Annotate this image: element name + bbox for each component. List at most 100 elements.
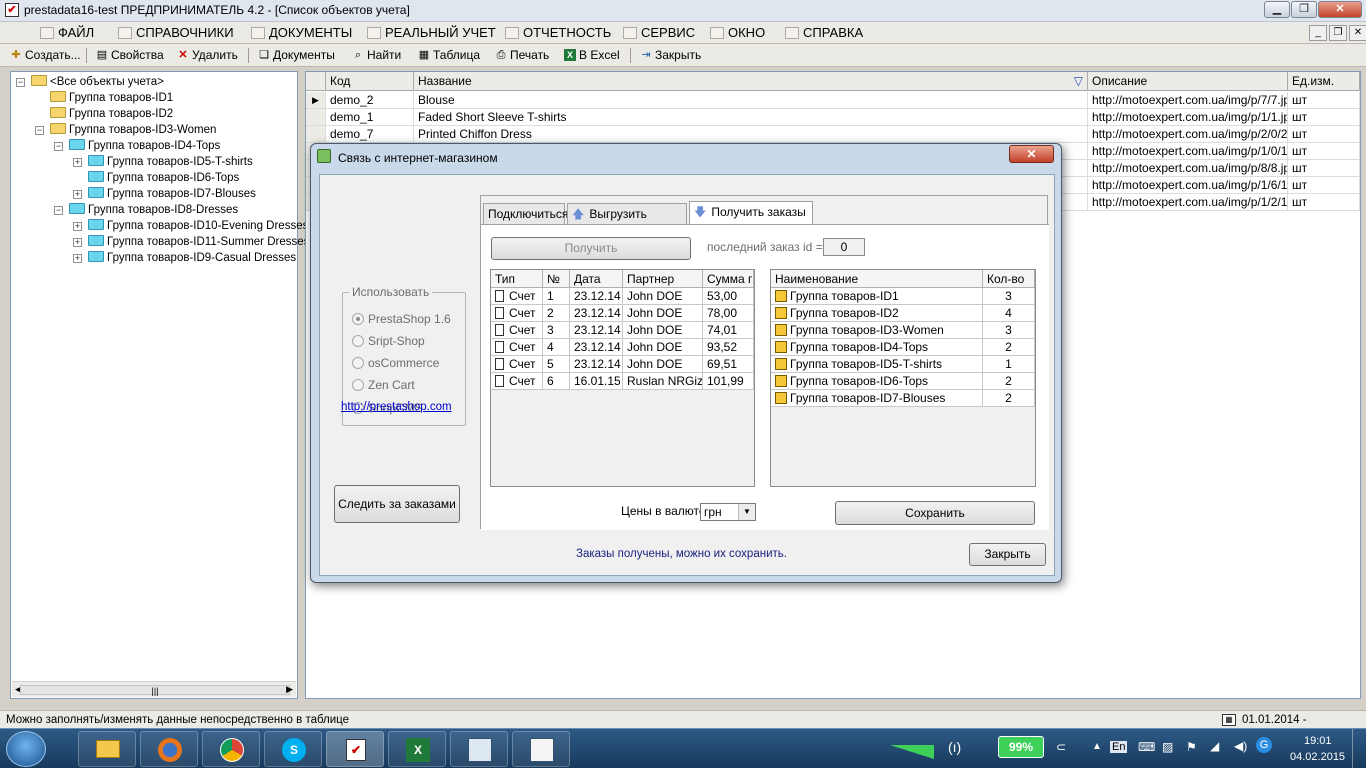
show-desktop-button[interactable] — [1352, 729, 1366, 768]
tray-app-icon[interactable]: ▨ — [1162, 740, 1173, 754]
tree-item[interactable]: − Группа товаров-ID4-Tops — [54, 138, 220, 154]
row-indicator[interactable]: ▶ — [306, 92, 326, 109]
close-button[interactable]: ⇥ Закрыть — [640, 47, 701, 64]
orders-grid[interactable]: Тип доку № Дата Партнер Сумма г Счет 1 23.… — [490, 269, 755, 487]
grid-cell[interactable]: http://motoexpert.com.ua/img/p/1/1.jpg — [1088, 109, 1288, 126]
taskbar-skype[interactable]: S — [264, 731, 322, 767]
order-cell[interactable]: 23.12.14 — [570, 288, 623, 305]
grid-cell[interactable]: шт — [1288, 92, 1360, 109]
order-cell[interactable]: Ruslan NRGiz — [623, 373, 703, 390]
grid-cell[interactable]: demo_7 — [326, 126, 414, 143]
show-hidden-icons[interactable]: ▲ — [1092, 741, 1102, 752]
order-cell[interactable]: 3 — [543, 322, 570, 339]
group-qty-cell[interactable]: 2 — [983, 373, 1035, 390]
get-button[interactable]: Получить — [491, 237, 691, 260]
tree-item[interactable]: Группа товаров-ID6-Tops — [88, 170, 239, 186]
tree-item[interactable]: + Группа товаров-ID10-Evening Dresses — [73, 218, 308, 234]
group-name-cell[interactable]: Группа товаров-ID2 — [771, 305, 983, 322]
tree-item[interactable]: Группа товаров-ID1 — [50, 90, 173, 106]
clock-time[interactable]: 19:01 — [1304, 735, 1332, 747]
close-window-button[interactable]: ✕ — [1318, 1, 1362, 18]
orders-header-date[interactable]: Дата — [570, 270, 623, 288]
tree-item[interactable]: + Группа товаров-ID11-Summer Dresses — [73, 234, 309, 250]
grid-cell[interactable]: шт — [1288, 143, 1360, 160]
minimize-button[interactable]: ▁ — [1264, 1, 1290, 18]
print-button[interactable]: ⎙ Печать — [495, 47, 550, 64]
order-cell[interactable]: 4 — [543, 339, 570, 356]
calendar-icon[interactable]: ▦ — [1222, 714, 1236, 726]
taskbar-predprinimatel[interactable]: ✔ — [326, 731, 384, 767]
collapse-icon[interactable]: − — [54, 206, 63, 215]
orders-header-partner[interactable]: Партнер — [623, 270, 703, 288]
find-button[interactable]: ⌕ Найти — [352, 47, 401, 64]
grid-cell[interactable]: demo_1 — [326, 109, 414, 126]
group-qty-cell[interactable]: 2 — [983, 390, 1035, 407]
tree-item[interactable]: + Группа товаров-ID7-Blouses — [73, 186, 256, 202]
orders-header-number[interactable]: № — [543, 270, 570, 288]
group-name-cell[interactable]: Группа товаров-ID7-Blouses — [771, 390, 983, 407]
orders-header-type[interactable]: Тип доку — [491, 270, 543, 304]
groups-grid[interactable]: Наименование Кол-во Группа товаров-ID1 3 Г… — [770, 269, 1036, 487]
grid-cell[interactable]: шт — [1288, 194, 1360, 211]
grid-cell[interactable]: http://motoexpert.com.ua/img/p/8/8.jpg — [1088, 160, 1288, 177]
properties-button[interactable]: ▤ Свойства — [96, 47, 164, 64]
tab-upload-price[interactable]: 🡅Выгрузить прайс — [567, 203, 687, 241]
create-button[interactable]: ✚ Создать... — [10, 47, 80, 64]
group-name-cell[interactable]: Группа товаров-ID1 — [771, 288, 983, 305]
column-header-unit[interactable]: Ед.изм. — [1288, 72, 1360, 91]
grid-cell[interactable]: http://motoexpert.com.ua/img/p/7/7.jpg — [1088, 92, 1288, 109]
expand-icon[interactable]: + — [73, 238, 82, 247]
tab-get-orders[interactable]: 🡇 Получить заказы — [689, 201, 813, 225]
option-zencart[interactable]: Zen Cart — [352, 377, 415, 393]
expand-icon[interactable]: + — [73, 222, 82, 231]
flag-icon[interactable]: ⚑ — [1186, 740, 1197, 754]
order-cell[interactable]: 101,99 — [703, 373, 754, 390]
grid-cell[interactable]: шт — [1288, 109, 1360, 126]
column-header-code[interactable]: Код — [326, 72, 414, 91]
mdi-close-button[interactable]: ✕ — [1349, 25, 1366, 41]
group-name-cell[interactable]: Группа товаров-ID6-Tops — [771, 373, 983, 390]
row-indicator[interactable] — [306, 109, 326, 126]
order-cell[interactable]: 23.12.14 — [570, 305, 623, 322]
order-cell[interactable]: 6 — [543, 373, 570, 390]
filter-icon[interactable]: ▽ — [1074, 72, 1083, 91]
speaker-icon[interactable]: ◀) — [1234, 739, 1247, 753]
option-sriptshop[interactable]: Sript-Shop — [352, 333, 425, 349]
chevron-down-icon[interactable]: ▼ — [738, 504, 755, 520]
order-cell[interactable]: 74,01 — [703, 322, 754, 339]
menu-service[interactable]: СЕРВИС — [623, 24, 695, 42]
tree-item[interactable]: − Группа товаров-ID3-Women — [35, 122, 216, 138]
grid-cell[interactable]: шт — [1288, 126, 1360, 143]
group-name-cell[interactable]: Группа товаров-ID5-T-shirts — [771, 356, 983, 373]
order-cell[interactable]: 16.01.15 — [570, 373, 623, 390]
prestashop-link[interactable]: http://prestashop.com — [341, 401, 452, 413]
option-prestashop[interactable]: PrestaShop 1.6 — [352, 311, 451, 327]
order-cell[interactable]: 5 — [543, 356, 570, 373]
order-cell[interactable]: John DOE — [623, 339, 703, 356]
taskbar-excel[interactable]: X — [388, 731, 446, 767]
option-oscommerce[interactable]: osCommerce — [352, 355, 439, 371]
order-cell[interactable]: John DOE — [623, 305, 703, 322]
menu-directories[interactable]: СПРАВОЧНИКИ — [118, 24, 234, 42]
table-button[interactable]: ▦ Таблица — [418, 47, 480, 64]
menu-reports[interactable]: ОТЧЕТНОСТЬ — [505, 24, 611, 42]
collapse-icon[interactable]: − — [54, 142, 63, 151]
order-cell[interactable]: John DOE — [623, 356, 703, 373]
tree-item[interactable]: + Группа товаров-ID9-Casual Dresses — [73, 250, 296, 266]
taskbar-paint[interactable] — [512, 731, 570, 767]
order-cell[interactable]: 23.12.14 — [570, 356, 623, 373]
network-icon[interactable]: (ı) — [948, 739, 961, 755]
tree-item[interactable]: + Группа товаров-ID5-T-shirts — [73, 154, 253, 170]
grid-cell[interactable]: шт — [1288, 160, 1360, 177]
taskbar-chrome[interactable] — [202, 731, 260, 767]
mdi-minimize-button[interactable]: _ — [1309, 25, 1327, 41]
expand-icon[interactable]: + — [73, 190, 82, 199]
grid-cell[interactable]: Faded Short Sleeve T-shirts — [414, 109, 1088, 126]
order-cell[interactable]: 93,52 — [703, 339, 754, 356]
tree-item[interactable]: − <Все объекты учета> — [16, 74, 164, 90]
row-indicator[interactable] — [306, 126, 326, 143]
group-qty-cell[interactable]: 2 — [983, 339, 1035, 356]
delete-button[interactable]: ✕ Удалить — [177, 47, 237, 64]
keyboard-icon[interactable]: ⌨ — [1138, 740, 1155, 754]
menu-documents[interactable]: ДОКУМЕНТЫ — [251, 24, 352, 42]
